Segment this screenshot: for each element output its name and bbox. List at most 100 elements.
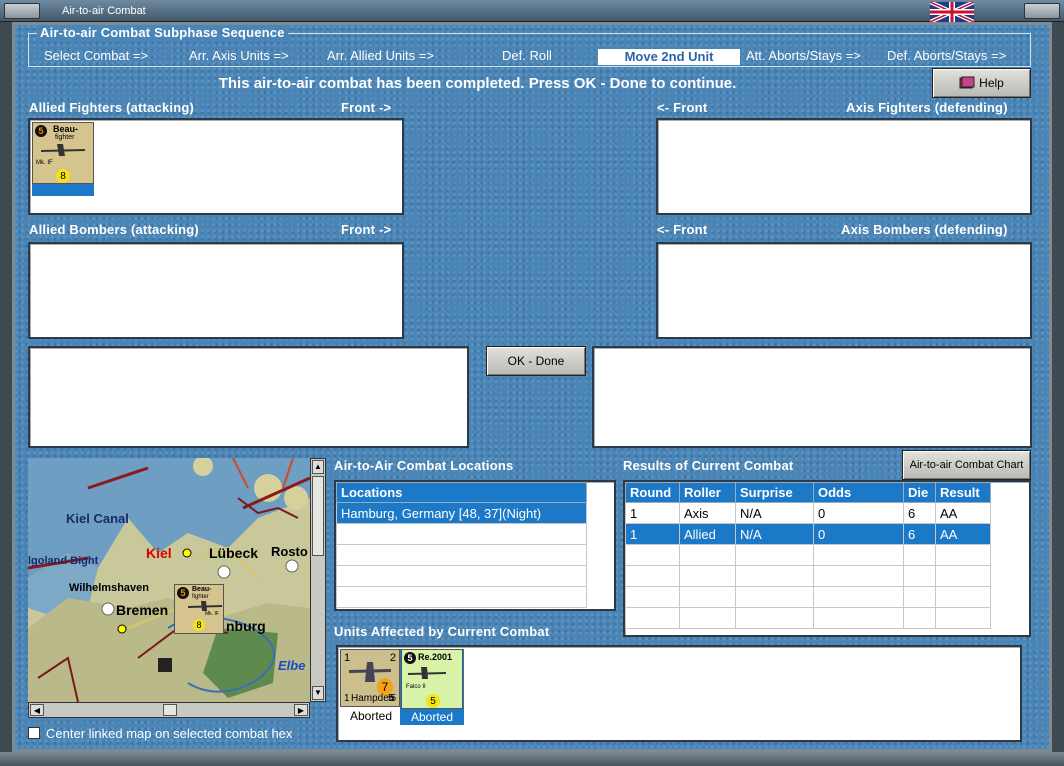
hampden-counter[interactable]: 1 2 7 1 Hampden 5 5 bbox=[340, 649, 400, 707]
fighter-silhouette-icon bbox=[408, 667, 446, 679]
allied-message-box bbox=[28, 346, 469, 448]
table-row[interactable] bbox=[336, 523, 587, 545]
axis-bombers-front-label: <- Front bbox=[657, 222, 708, 237]
seq-step-def-roll: Def. Roll bbox=[502, 48, 552, 63]
location-cell: Hamburg, Germany [48, 37](Night) bbox=[336, 502, 587, 524]
window-menu-button[interactable] bbox=[4, 3, 40, 19]
status-message: This air-to-air combat has been complete… bbox=[218, 75, 737, 92]
table-row[interactable] bbox=[336, 565, 587, 587]
linked-map[interactable]: Kiel Canal Kiel Lübeck Rosto lgoland Big… bbox=[28, 458, 310, 702]
allied-fighter-unit[interactable]: 5 Beau- fighter Mk. IF 8 bbox=[32, 122, 94, 196]
scroll-left-arrow-icon[interactable]: ◀ bbox=[30, 704, 44, 716]
cell-round: 1 bbox=[625, 502, 680, 524]
map-label-elbe: Elbe bbox=[278, 658, 306, 673]
re2001-strength: 5 bbox=[404, 652, 416, 664]
cell-die: 6 bbox=[903, 502, 936, 524]
table-row[interactable] bbox=[336, 544, 587, 566]
col-odds: Odds bbox=[813, 482, 904, 503]
cell-result: AA bbox=[935, 523, 991, 545]
scroll-right-arrow-icon[interactable]: ▶ bbox=[294, 704, 308, 716]
affected-units-panel: 1 2 7 1 Hampden 5 5 Aborted 5 Re.2001 Fa… bbox=[336, 645, 1022, 742]
cell-surprise: N/A bbox=[735, 523, 814, 545]
map-unit-model: Mk. IF bbox=[205, 611, 219, 617]
map-unit-counter[interactable]: 5 Beau- fighter Mk. IF 8 bbox=[174, 584, 224, 634]
table-row[interactable] bbox=[625, 544, 991, 566]
table-row[interactable]: Hamburg, Germany [48, 37](Night) bbox=[336, 502, 587, 524]
affected-title: Units Affected by Current Combat bbox=[334, 624, 550, 639]
seq-step-arr-axis: Arr. Axis Units => bbox=[189, 48, 289, 63]
table-row[interactable]: 1 Allied N/A 0 6 AA bbox=[625, 523, 991, 545]
allied-bombers-front-label: Front -> bbox=[341, 222, 392, 237]
seq-step-arr-allied: Arr. Allied Units => bbox=[327, 48, 434, 63]
map-label-lubeck: Lübeck bbox=[209, 545, 259, 561]
sequence-title: Air-to-air Combat Subphase Sequence bbox=[37, 25, 288, 40]
map-terrain bbox=[28, 458, 310, 702]
aircraft-silhouette-icon bbox=[41, 144, 85, 156]
map-label-bremen: Bremen bbox=[116, 602, 169, 618]
axis-fighters-front-label: <- Front bbox=[657, 100, 708, 115]
help-button[interactable]: Help bbox=[932, 68, 1031, 98]
axis-fighters-box[interactable] bbox=[656, 118, 1032, 215]
center-map-checkbox[interactable] bbox=[28, 727, 40, 739]
allied-bombers-box[interactable] bbox=[28, 242, 404, 339]
status-bar bbox=[0, 752, 1064, 766]
results-title: Results of Current Combat bbox=[623, 458, 794, 473]
axis-message-box bbox=[592, 346, 1032, 448]
locations-column-header: Locations bbox=[336, 482, 587, 503]
beaufighter-counter[interactable]: 5 Beau- fighter Mk. IF 8 bbox=[32, 122, 94, 184]
map-horizontal-thumb[interactable] bbox=[163, 704, 177, 716]
map-unit-strength: 5 bbox=[177, 587, 189, 599]
map-label-wilhelmshaven: Wilhelmshaven bbox=[69, 582, 149, 594]
allied-fighters-box[interactable]: 5 Beau- fighter Mk. IF 8 bbox=[28, 118, 404, 215]
re2001-factor: 5 bbox=[426, 694, 440, 708]
seq-step-att-aborts: Att. Aborts/Stays => bbox=[746, 48, 861, 63]
map-unit-name-line1: Beau- bbox=[192, 586, 212, 593]
unit-factor: 8 bbox=[56, 169, 70, 183]
seq-step-move-2nd-unit: Move 2nd Unit bbox=[598, 49, 740, 65]
scroll-up-arrow-icon[interactable]: ▲ bbox=[312, 460, 324, 474]
close-window-button[interactable] bbox=[1024, 3, 1060, 19]
map-label-heligoland: lgoland Bight bbox=[28, 555, 99, 567]
hampden-bottom-left: 1 bbox=[344, 693, 350, 704]
title-bar: Air-to-air Combat bbox=[0, 0, 1064, 22]
seq-step-select-combat: Select Combat => bbox=[44, 48, 149, 63]
scroll-down-arrow-icon[interactable]: ▼ bbox=[312, 686, 324, 700]
hampden-status: Aborted bbox=[349, 709, 393, 723]
map-horizontal-scrollbar[interactable]: ◀ ▶ bbox=[28, 702, 310, 718]
axis-bombers-box[interactable] bbox=[656, 242, 1032, 339]
cell-surprise: N/A bbox=[735, 502, 814, 524]
center-map-checkbox-label: Center linked map on selected combat hex bbox=[46, 726, 293, 741]
cell-odds: 0 bbox=[813, 523, 904, 545]
map-vertical-thumb[interactable] bbox=[312, 476, 324, 556]
re2001-model: Falco II bbox=[406, 684, 426, 690]
allied-fighters-front-label: Front -> bbox=[341, 100, 392, 115]
locations-title: Air-to-Air Combat Locations bbox=[334, 458, 514, 473]
cell-odds: 0 bbox=[813, 502, 904, 524]
col-die: Die bbox=[903, 482, 936, 503]
help-button-label: Help bbox=[979, 76, 1004, 90]
map-unit-name-line2: fighter bbox=[192, 594, 209, 600]
re2001-counter[interactable]: 5 Re.2001 Falco II 5 bbox=[401, 649, 463, 709]
axis-fighters-label: Axis Fighters (defending) bbox=[846, 100, 1008, 115]
air-combat-chart-button[interactable]: Air-to-air Combat Chart bbox=[902, 450, 1031, 480]
map-label-kiel-canal: Kiel Canal bbox=[66, 511, 129, 526]
cell-round: 1 bbox=[625, 523, 680, 545]
table-row[interactable] bbox=[336, 586, 587, 608]
re2001-unit[interactable]: 5 Re.2001 Falco II 5 Aborted bbox=[400, 649, 464, 725]
map-vertical-scrollbar[interactable]: ▲ ▼ bbox=[310, 458, 326, 702]
table-row[interactable] bbox=[625, 607, 991, 629]
table-row[interactable] bbox=[625, 586, 991, 608]
results-table[interactable]: Round Roller Surprise Odds Die Result 1 … bbox=[625, 482, 991, 629]
table-row[interactable]: 1 Axis N/A 0 6 AA bbox=[625, 502, 991, 524]
unit-strength: 5 bbox=[35, 125, 47, 137]
window-title: Air-to-air Combat bbox=[62, 5, 146, 17]
map-label-rostock: Rosto bbox=[271, 544, 308, 559]
map-label-kiel: Kiel bbox=[146, 545, 172, 561]
re2001-name: Re.2001 bbox=[418, 652, 453, 662]
table-row[interactable] bbox=[625, 565, 991, 587]
locations-table[interactable]: Locations Hamburg, Germany [48, 37](Nigh… bbox=[336, 482, 587, 608]
unit-name-line1: Beau- bbox=[53, 124, 79, 134]
ok-done-button[interactable]: OK - Done bbox=[486, 346, 586, 376]
help-book-icon bbox=[959, 76, 975, 89]
unit-model: Mk. IF bbox=[36, 160, 53, 166]
